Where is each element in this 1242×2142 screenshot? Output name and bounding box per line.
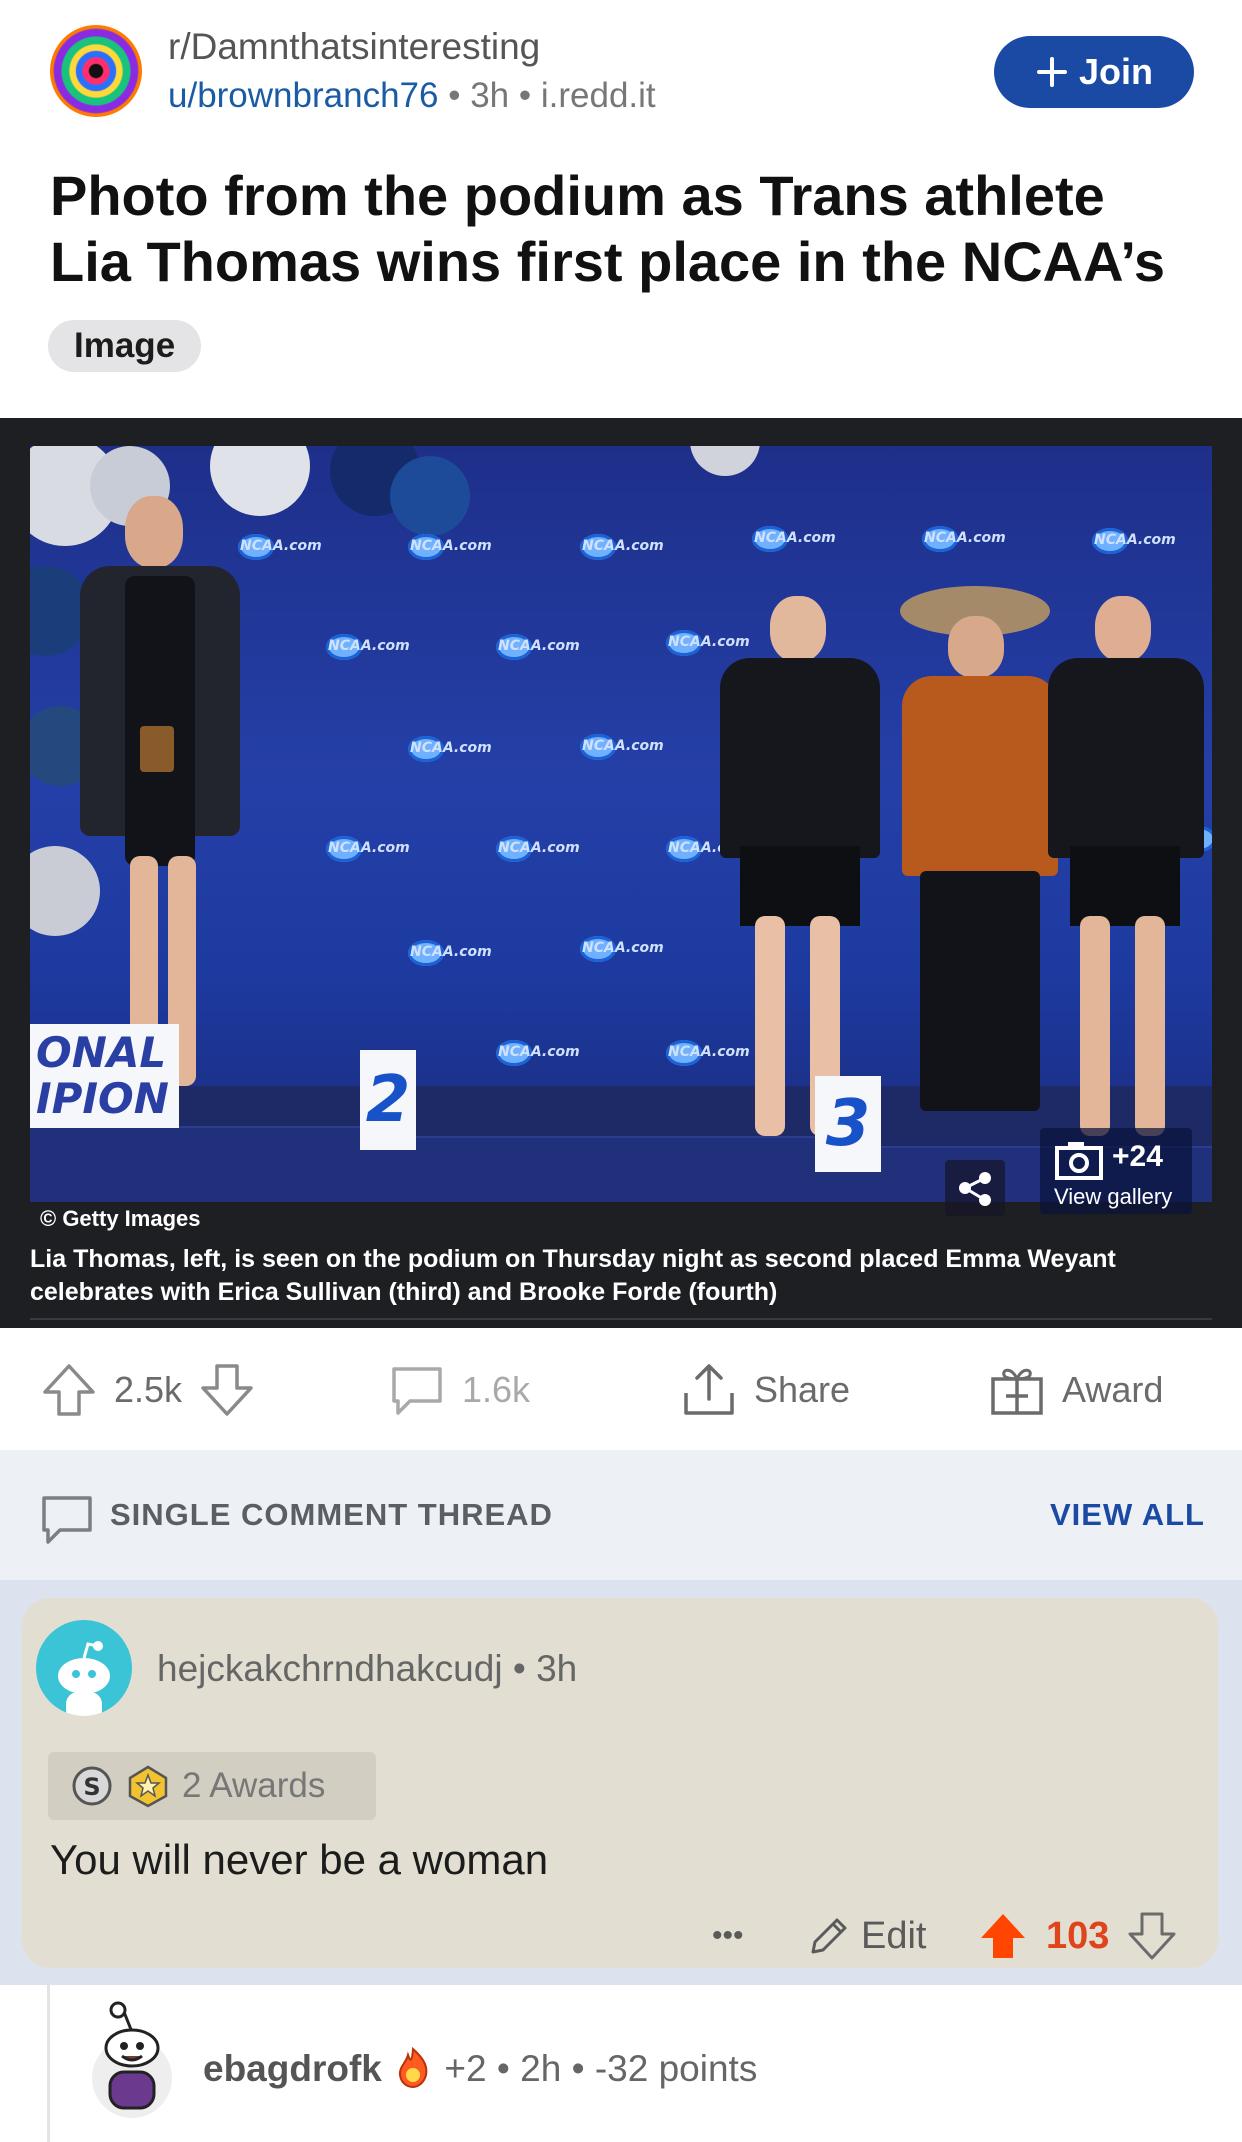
comment-edit-button[interactable]: Edit bbox=[805, 1906, 926, 1966]
vote-group: 2.5k bbox=[40, 1360, 256, 1420]
reply-time: 2h bbox=[520, 2048, 562, 2089]
ncaa-logo: NCAA.com bbox=[582, 738, 664, 754]
meta-separator: • bbox=[448, 76, 461, 115]
ncaa-logo: NCAA.com bbox=[582, 538, 664, 554]
awards-label: 2 Awards bbox=[182, 1766, 326, 1805]
balloon bbox=[390, 456, 470, 536]
reply-username[interactable]: ebagdrofk bbox=[203, 2048, 382, 2089]
downvote-icon[interactable] bbox=[1127, 1911, 1177, 1961]
plus-icon bbox=[1036, 57, 1067, 87]
podium-number-2: 2 bbox=[360, 1050, 416, 1150]
gallery-label: View gallery bbox=[1054, 1184, 1173, 1209]
thread-label: SINGLE COMMENT THREAD bbox=[110, 1497, 553, 1532]
ncaa-logo: NCAA.com bbox=[582, 940, 664, 956]
upvote-icon[interactable] bbox=[40, 1361, 98, 1419]
sign-line: ONAL bbox=[36, 1028, 167, 1077]
ncaa-logo: NCAA.com bbox=[328, 638, 410, 654]
post-flair[interactable]: Image bbox=[48, 320, 202, 372]
balloon bbox=[690, 446, 760, 476]
silver-award-icon: S bbox=[72, 1766, 112, 1806]
comment-icon bbox=[392, 1367, 442, 1415]
snoo-icon bbox=[58, 1641, 110, 1716]
share-icon bbox=[959, 1172, 991, 1206]
upvote-count: 2.5k bbox=[114, 1369, 183, 1410]
ncaa-logo: NCAA.com bbox=[410, 538, 492, 554]
meta-separator: • bbox=[512, 1648, 526, 1689]
ncaa-logo: NCAA.com bbox=[924, 530, 1006, 546]
view-gallery-button[interactable]: +24 View gallery bbox=[1040, 1128, 1192, 1214]
view-all-link[interactable]: VIEW ALL bbox=[1050, 1497, 1205, 1533]
post-domain[interactable]: i.redd.it bbox=[541, 76, 656, 115]
ncaa-logo: NCAA.com bbox=[498, 1044, 580, 1060]
join-button[interactable]: Join bbox=[994, 36, 1194, 108]
comment-more-button[interactable]: ••• bbox=[712, 1906, 744, 1966]
helpful-award-icon bbox=[128, 1765, 168, 1808]
comment-time: 3h bbox=[536, 1648, 578, 1689]
upvote-active-icon[interactable] bbox=[978, 1911, 1028, 1961]
ncaa-logo: NCAA.com bbox=[498, 638, 580, 654]
award-button[interactable]: Award bbox=[988, 1360, 1163, 1420]
post-image[interactable]: NCAA.com NCAA.com NCAA.com NCAA.com NCAA… bbox=[30, 446, 1212, 1202]
meta-separator: • bbox=[518, 76, 532, 115]
comment-body: You will never be a woman bbox=[50, 1836, 549, 1883]
post-time: 3h bbox=[470, 76, 510, 115]
thread-line[interactable] bbox=[47, 1985, 50, 2142]
ncaa-logo: NCAA.com bbox=[328, 840, 410, 856]
fire-award-icon bbox=[399, 2046, 428, 2089]
comment-user-avatar[interactable] bbox=[36, 1620, 132, 1716]
gallery-count: +24 bbox=[1112, 1140, 1163, 1173]
comment-author: hejckakchrndhakcudj • 3h bbox=[157, 1648, 577, 1690]
ncaa-logo: NCAA.com bbox=[1094, 532, 1176, 548]
photo-credit: © Getty Images bbox=[40, 1206, 201, 1231]
ncaa-logo: NCAA.com bbox=[498, 840, 580, 856]
subreddit-avatar[interactable] bbox=[50, 25, 142, 117]
edit-label: Edit bbox=[861, 1914, 927, 1957]
share-label: Share bbox=[754, 1369, 851, 1410]
caption-divider bbox=[30, 1318, 1212, 1320]
comment-username[interactable]: hejckakchrndhakcudj bbox=[157, 1648, 503, 1689]
comment-vote-group: 103 bbox=[978, 1906, 1177, 1966]
meta-separator: • bbox=[496, 2048, 510, 2089]
comment-count: 1.6k bbox=[462, 1369, 531, 1410]
gift-icon bbox=[991, 1368, 1043, 1415]
ncaa-logo: NCAA.com bbox=[240, 538, 322, 554]
reply-points: -32 points bbox=[594, 2048, 758, 2089]
meta-separator: • bbox=[571, 2048, 585, 2089]
share-icon bbox=[684, 1364, 734, 1415]
podium-sign: ONAL IPION bbox=[30, 1024, 179, 1128]
reply-extra-awards: +2 bbox=[444, 2048, 487, 2089]
ncaa-logo: NCAA.com bbox=[410, 944, 492, 960]
ncaa-logo: NCAA.com bbox=[754, 530, 836, 546]
ncaa-logo: NCAA.com bbox=[410, 740, 492, 756]
athlete-figure bbox=[710, 596, 890, 1156]
camera-icon bbox=[1055, 1142, 1103, 1180]
award-label: Award bbox=[1062, 1369, 1164, 1410]
comment-awards[interactable]: S 2 Awards bbox=[48, 1752, 376, 1820]
reply-author: ebagdrofk +2 • 2h • -32 points bbox=[203, 2046, 758, 2090]
reply-user-avatar[interactable] bbox=[82, 2000, 182, 2118]
sign-line: IPION bbox=[36, 1074, 169, 1123]
comment-thread-icon bbox=[42, 1496, 92, 1544]
podium-number-3: 3 bbox=[815, 1076, 881, 1172]
post-meta: u/brownbranch76 • 3h • i.redd.it bbox=[168, 76, 656, 116]
podium-step bbox=[30, 1126, 360, 1202]
snoo-avatar-icon bbox=[92, 2001, 172, 2118]
join-label: Join bbox=[1078, 51, 1153, 92]
photo-caption: Lia Thomas, left, is seen on the podium … bbox=[30, 1245, 1116, 1306]
share-button[interactable]: Share bbox=[680, 1360, 850, 1420]
subreddit-name[interactable]: r/Damnthatsinteresting bbox=[168, 26, 540, 68]
athlete-figure bbox=[70, 496, 250, 1096]
athlete-figure bbox=[1040, 596, 1210, 1156]
pencil-icon bbox=[811, 1918, 847, 1954]
comment-score: 103 bbox=[1046, 1914, 1110, 1957]
svg-text:S: S bbox=[83, 1773, 100, 1801]
author-link[interactable]: u/brownbranch76 bbox=[168, 76, 438, 115]
post-title[interactable]: Photo from the podium as Trans athlete L… bbox=[50, 163, 1200, 295]
image-share-button[interactable] bbox=[945, 1160, 1005, 1216]
comments-button[interactable]: 1.6k bbox=[388, 1360, 530, 1420]
downvote-icon[interactable] bbox=[198, 1361, 256, 1419]
